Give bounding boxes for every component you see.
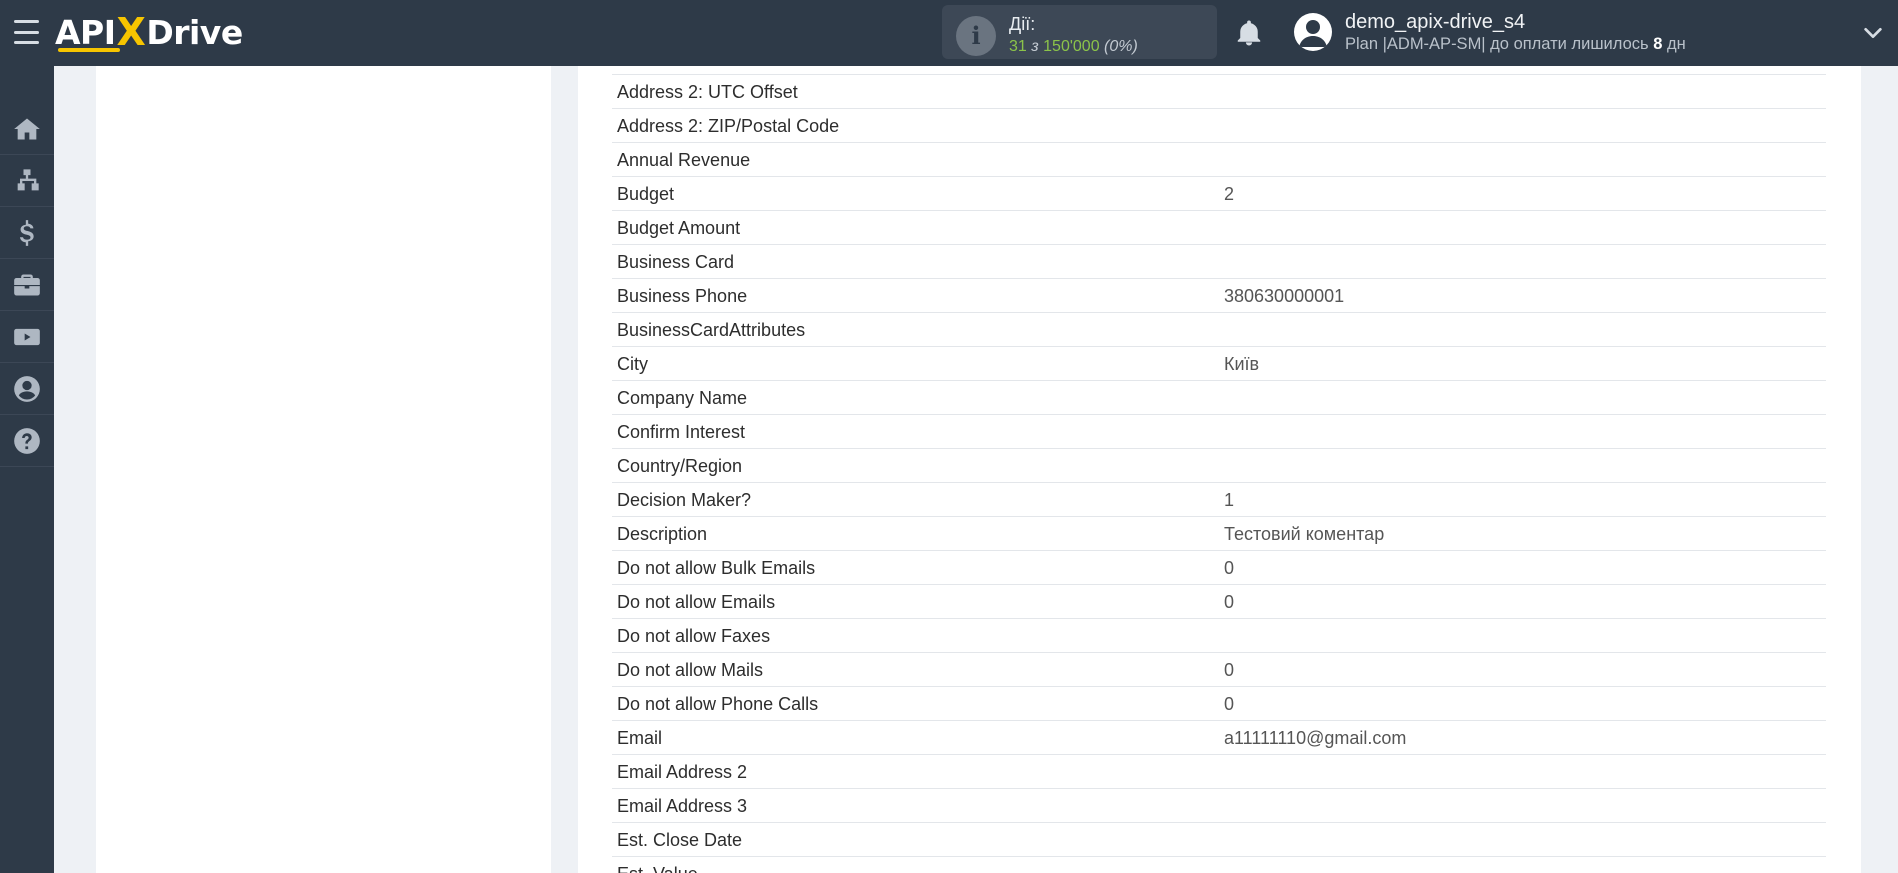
field-name: Budget Amount xyxy=(617,218,741,238)
actions-count: 31 з 150'000 (0%) xyxy=(1009,38,1138,56)
table-row: Est. Value xyxy=(612,856,1826,873)
sidebar-item-billing[interactable] xyxy=(0,207,54,259)
table-row: Do not allow Phone Calls 0 xyxy=(612,686,1826,720)
field-value: 0 xyxy=(1224,660,1235,680)
actions-counter[interactable]: i Дії: 31 з 150'000 (0%) xyxy=(942,5,1217,59)
table-row: Annual Revenue xyxy=(612,142,1826,176)
table-row: Do not allow Bulk Emails 0 xyxy=(612,550,1826,584)
actions-used: 31 xyxy=(1009,38,1027,55)
field-name: Do not allow Phone Calls xyxy=(617,694,819,714)
question-circle-icon xyxy=(14,427,40,454)
field-name: Company Name xyxy=(617,388,748,408)
actions-separator: з xyxy=(1031,38,1039,55)
actions-label: Дії: xyxy=(1009,14,1036,34)
user-circle-icon xyxy=(14,375,40,402)
table-row: Decision Maker? 1 xyxy=(612,482,1826,516)
sidebar-item-connections[interactable] xyxy=(0,155,54,207)
user-avatar-icon[interactable] xyxy=(1294,13,1332,51)
table-row: Address 2: ZIP/Postal Code xyxy=(612,108,1826,142)
plan-days-unit: дн xyxy=(1667,35,1686,53)
table-row: Budget Amount xyxy=(612,210,1826,244)
sidebar-item-services[interactable] xyxy=(0,259,54,311)
field-name: BusinessCardAttributes xyxy=(617,320,806,340)
table-row: Est. Close Date xyxy=(612,822,1826,856)
left-content-panel xyxy=(96,66,551,873)
table-row: Address 2: UTC Offset xyxy=(612,74,1826,108)
field-name: Address 2: ZIP/Postal Code xyxy=(617,116,840,136)
field-value: 0 xyxy=(1224,592,1235,612)
home-icon xyxy=(14,118,40,139)
field-name: Do not allow Faxes xyxy=(617,626,771,646)
sidebar-item-home[interactable] xyxy=(0,103,54,155)
field-name: City xyxy=(617,354,648,374)
top-header: API X Drive i Дії: 31 з 150'000 (0%) demo_… xyxy=(0,0,1898,66)
logo-text-x: X xyxy=(116,10,146,54)
field-name: Address 2: UTC Offset xyxy=(617,82,798,102)
actions-percent: (0%) xyxy=(1104,38,1138,55)
field-value: Тестовий коментар xyxy=(1224,524,1385,544)
field-name: Business Phone xyxy=(617,286,748,306)
plan-days: 8 xyxy=(1653,35,1663,53)
field-name: Decision Maker? xyxy=(617,490,752,510)
main-content-panel: Address 2: UTC Offset Address 2: ZIP/Post… xyxy=(578,66,1861,873)
field-value: a11111110@gmail.com xyxy=(1224,728,1407,748)
sidebar-item-account[interactable] xyxy=(0,363,54,415)
fields-table: Address 2: UTC Offset Address 2: ZIP/Post… xyxy=(612,74,1826,873)
field-name: Budget xyxy=(617,184,675,204)
sitemap-icon xyxy=(17,168,39,190)
table-row: Budget 2 xyxy=(612,176,1826,210)
logo-text-api: API xyxy=(55,12,116,52)
table-row: Do not allow Mails 0 xyxy=(612,652,1826,686)
field-name: Email xyxy=(617,728,663,748)
table-row: Business Card xyxy=(612,244,1826,278)
table-row: Business Phone 380630000001 xyxy=(612,278,1826,312)
table-row: Email a11111110@gmail.com xyxy=(612,720,1826,754)
table-row: Company Name xyxy=(612,380,1826,414)
field-value: 380630000001 xyxy=(1224,286,1345,306)
sidebar-item-help[interactable] xyxy=(0,415,54,467)
table-row: City Київ xyxy=(612,346,1826,380)
table-row: Do not allow Faxes xyxy=(612,618,1826,652)
table-row: Email Address 2 xyxy=(612,754,1826,788)
field-name: Email Address 2 xyxy=(617,762,748,782)
apix-drive-logo[interactable]: API X Drive xyxy=(55,10,243,54)
field-value: Київ xyxy=(1224,354,1260,374)
field-name: Email Address 3 xyxy=(617,796,748,816)
youtube-icon xyxy=(14,328,40,345)
field-name: Annual Revenue xyxy=(617,150,751,170)
field-name: Do not allow Bulk Emails xyxy=(617,558,816,578)
field-name: Do not allow Emails xyxy=(617,592,776,612)
field-value: 0 xyxy=(1224,558,1235,578)
briefcase-icon xyxy=(14,274,40,295)
user-name[interactable]: demo_apix-drive_s4 xyxy=(1345,11,1525,34)
logo-text-drive: Drive xyxy=(146,12,243,52)
table-row: Do not allow Emails 0 xyxy=(612,584,1826,618)
user-plan: Plan |ADM-AP-SM| до оплати лишилось 8 дн xyxy=(1345,35,1686,54)
field-value: 0 xyxy=(1224,694,1235,714)
field-name: Description xyxy=(617,524,708,544)
table-row: Country/Region xyxy=(612,448,1826,482)
chevron-down-icon[interactable] xyxy=(1862,22,1884,44)
table-row: Description Тестовий коментар xyxy=(612,516,1826,550)
bell-icon[interactable] xyxy=(1234,18,1264,48)
table-row: Email Address 3 xyxy=(612,788,1826,822)
menu-icon[interactable] xyxy=(14,20,39,44)
field-value: 1 xyxy=(1224,490,1235,510)
field-name: Est. Close Date xyxy=(617,830,743,850)
left-sidebar xyxy=(0,66,54,873)
field-name: Est. Value xyxy=(617,864,698,873)
field-name: Business Card xyxy=(617,252,735,272)
table-row: Confirm Interest xyxy=(612,414,1826,448)
actions-total: 150'000 xyxy=(1043,38,1100,55)
table-row: BusinessCardAttributes xyxy=(612,312,1826,346)
sidebar-item-videos[interactable] xyxy=(0,311,54,363)
field-name: Do not allow Mails xyxy=(617,660,764,680)
field-name: Confirm Interest xyxy=(617,422,746,442)
dollar-icon xyxy=(20,219,34,246)
field-name: Country/Region xyxy=(617,456,743,476)
info-icon: i xyxy=(956,16,996,56)
field-value: 2 xyxy=(1224,184,1235,204)
logo-underline xyxy=(58,48,120,52)
plan-text: Plan |ADM-AP-SM| до оплати лишилось xyxy=(1345,35,1649,53)
